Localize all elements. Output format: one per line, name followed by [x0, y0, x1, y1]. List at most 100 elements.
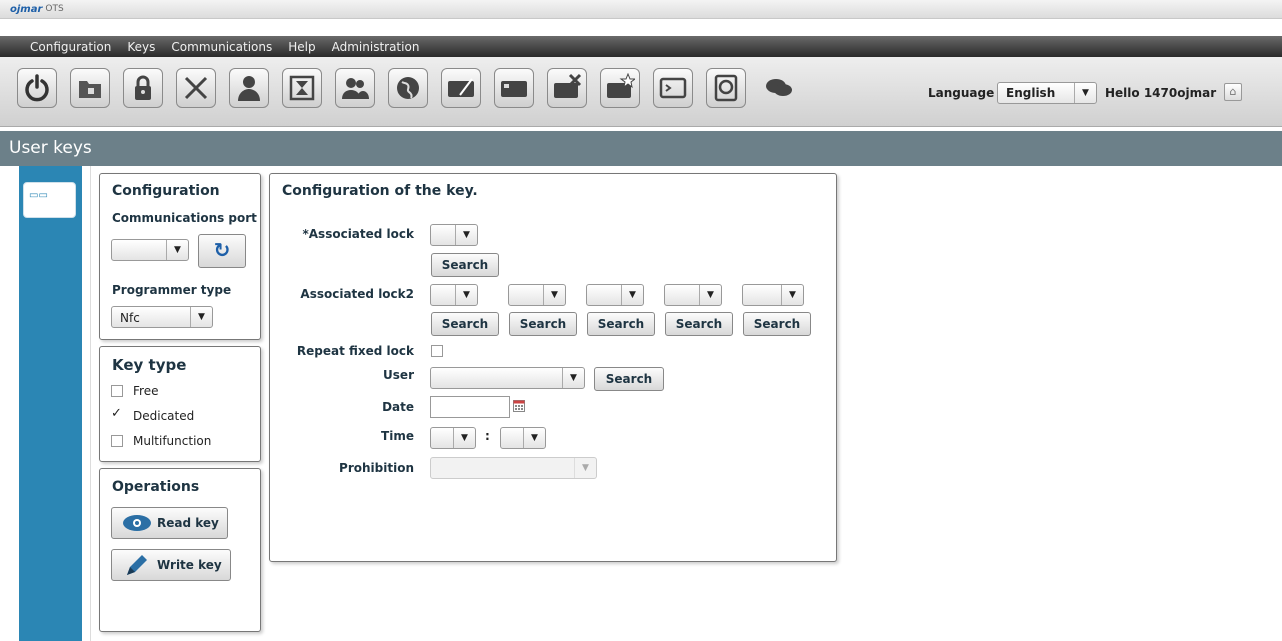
chevron-down-icon: ▼	[1074, 83, 1096, 103]
prohibition-label: Prohibition	[339, 461, 414, 475]
folder-icon[interactable]	[70, 68, 110, 108]
multifunction-checkbox[interactable]	[111, 435, 123, 447]
toolbar: Language English ▼ Hello 1470ojmar ⌂	[0, 57, 1282, 127]
time-label: Time	[381, 429, 414, 443]
chevron-down-icon: ▼	[574, 458, 596, 478]
terminal-icon[interactable]	[653, 68, 693, 108]
key-type-title: Key type	[112, 356, 187, 374]
associated-lock2-select-5[interactable]: ▼	[742, 284, 804, 306]
associated-lock2-select-4[interactable]: ▼	[664, 284, 722, 306]
key-card-icon: ▭▭	[29, 190, 48, 201]
section-title-bar: User keys	[0, 131, 1282, 166]
associated-lock-search-button[interactable]: Search	[431, 253, 499, 277]
globe-icon[interactable]	[388, 68, 428, 108]
sidebar-item-user-keys[interactable]: ▭▭	[23, 182, 76, 218]
pencil-icon	[127, 555, 147, 575]
associated-lock2-label: Associated lock2	[300, 287, 414, 301]
chevron-down-icon: ▼	[455, 225, 477, 245]
dedicated-checkbox[interactable]	[111, 406, 123, 422]
greeting: Hello 1470ojmar	[1105, 86, 1217, 100]
key-edit-icon[interactable]	[441, 68, 481, 108]
key-configuration-title: Configuration of the key.	[282, 183, 478, 199]
key-card-icon[interactable]	[494, 68, 534, 108]
left-sidebar	[19, 166, 82, 641]
operations-panel: Operations Read key Write key	[99, 468, 261, 632]
repeat-fixed-lock-label: Repeat fixed lock	[296, 344, 414, 358]
menu-communications[interactable]: Communications	[171, 40, 272, 54]
associated-lock2-search-button-5[interactable]: Search	[743, 312, 811, 336]
communications-port-select[interactable]: ▼	[111, 239, 189, 261]
chevron-down-icon: ▼	[562, 368, 584, 388]
associated-lock2-select-1[interactable]: ▼	[430, 284, 478, 306]
chevron-down-icon: ▼	[699, 285, 721, 305]
title-bar: ojmar OTS	[0, 0, 1282, 19]
menu-administration[interactable]: Administration	[332, 40, 420, 54]
users-icon[interactable]	[335, 68, 375, 108]
chevron-down-icon: ▼	[190, 307, 212, 327]
user-label: User	[383, 368, 414, 382]
associated-lock-label: *Associated lock	[302, 227, 414, 241]
associated-lock2-search-button-2[interactable]: Search	[509, 312, 577, 336]
divider	[90, 166, 91, 641]
prohibition-select[interactable]: ▼	[430, 457, 597, 479]
associated-lock2-search-button-4[interactable]: Search	[665, 312, 733, 336]
write-key-button[interactable]: Write key	[111, 549, 231, 581]
chevron-down-icon: ▼	[455, 285, 477, 305]
free-label: Free	[133, 384, 159, 398]
date-input[interactable]	[430, 396, 510, 418]
read-key-button[interactable]: Read key	[111, 507, 228, 539]
configuration-panel: Configuration Communications port ▼ ↻ Pr…	[99, 173, 261, 340]
language-value: English	[1006, 86, 1056, 100]
associated-lock-select[interactable]: ▼	[430, 224, 478, 246]
chevron-down-icon: ▼	[453, 428, 475, 448]
time-hour-select[interactable]: ▼	[430, 427, 476, 449]
harddisk-icon[interactable]	[706, 68, 746, 108]
configuration-title: Configuration	[112, 183, 220, 199]
tools-icon[interactable]	[176, 68, 216, 108]
language-label: Language	[928, 86, 995, 100]
home-icon[interactable]: ⌂	[1224, 83, 1242, 101]
refresh-icon: ↻	[213, 238, 231, 262]
associated-lock2-select-2[interactable]: ▼	[508, 284, 566, 306]
menu-bar: Configuration Keys Communications Help A…	[0, 36, 1282, 57]
programmer-type-select[interactable]: Nfc ▼	[111, 306, 213, 328]
key-type-panel: Key type Free Dedicated Multifunction	[99, 346, 261, 462]
menu-configuration[interactable]: Configuration	[30, 40, 111, 54]
power-icon[interactable]	[17, 68, 57, 108]
user-icon[interactable]	[229, 68, 269, 108]
programmer-type-label: Programmer type	[112, 283, 232, 297]
free-checkbox[interactable]	[111, 385, 123, 397]
chevron-down-icon: ▼	[523, 428, 545, 448]
chevron-down-icon: ▼	[166, 240, 188, 260]
chevron-down-icon: ▼	[543, 285, 565, 305]
lock-icon[interactable]	[123, 68, 163, 108]
brand-logo: ojmar	[10, 3, 43, 15]
menu-keys[interactable]: Keys	[127, 40, 155, 54]
user-select[interactable]: ▼	[430, 367, 585, 389]
time-separator: :	[485, 429, 490, 443]
hourglass-icon[interactable]	[282, 68, 322, 108]
associated-lock2-search-button-1[interactable]: Search	[431, 312, 499, 336]
refresh-button[interactable]: ↻	[198, 234, 246, 268]
language-select[interactable]: English ▼	[997, 82, 1097, 104]
eye-icon	[123, 515, 151, 531]
calendar-icon[interactable]	[513, 400, 525, 412]
operations-title: Operations	[112, 479, 200, 495]
chevron-down-icon: ▼	[781, 285, 803, 305]
brand-sub: OTS	[45, 4, 64, 14]
time-minute-select[interactable]: ▼	[500, 427, 546, 449]
key-new-icon[interactable]	[600, 68, 640, 108]
key-configuration-panel: Configuration of the key. *Associated lo…	[269, 173, 837, 562]
dedicated-label: Dedicated	[133, 409, 195, 423]
associated-lock2-select-3[interactable]: ▼	[586, 284, 644, 306]
associated-lock2-search-button-3[interactable]: Search	[587, 312, 655, 336]
multifunction-label: Multifunction	[133, 434, 212, 448]
communications-port-label: Communications port	[112, 211, 257, 225]
user-search-button[interactable]: Search	[594, 367, 664, 391]
repeat-fixed-lock-checkbox[interactable]	[431, 345, 443, 357]
menu-help[interactable]: Help	[288, 40, 315, 54]
chat-icon[interactable]	[759, 68, 799, 108]
page-title: User keys	[9, 138, 92, 158]
date-label: Date	[382, 400, 414, 414]
key-delete-icon[interactable]	[547, 68, 587, 108]
